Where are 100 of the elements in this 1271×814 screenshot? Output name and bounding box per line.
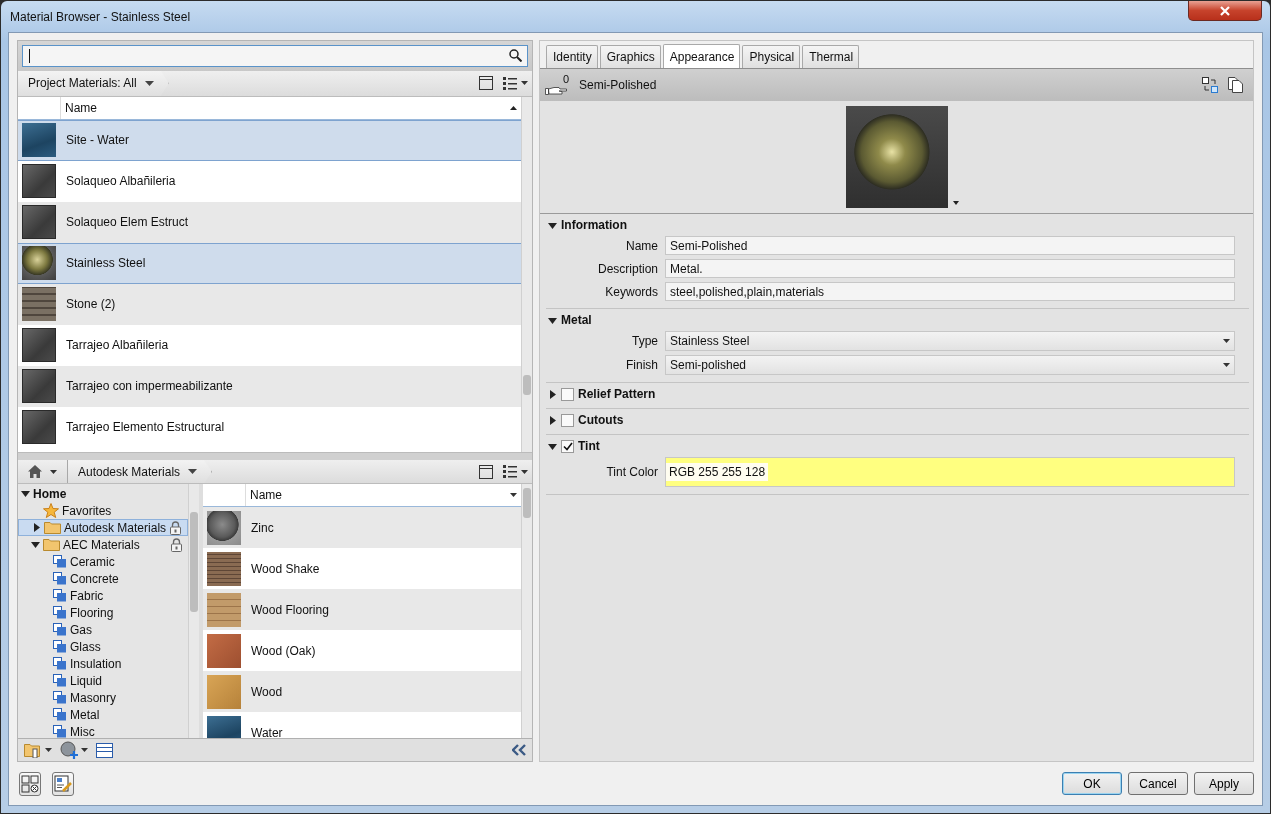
layout-icon[interactable] xyxy=(479,464,493,479)
layout-icon[interactable] xyxy=(479,76,493,91)
section-title: Metal xyxy=(561,313,592,327)
dropdown[interactable]: Stainless Steel xyxy=(665,331,1235,351)
tab[interactable]: Physical xyxy=(742,45,801,68)
hand-icon xyxy=(545,84,567,95)
star-icon xyxy=(43,503,59,519)
tab[interactable]: Appearance xyxy=(662,44,741,68)
stone-swatch xyxy=(22,287,56,322)
tree-item[interactable]: Gas xyxy=(18,621,188,639)
check-icon xyxy=(562,441,573,451)
material-row[interactable]: Solaqueo Elem Estruct xyxy=(18,201,521,243)
category-icon xyxy=(53,725,67,739)
caret-icon xyxy=(81,748,88,753)
tree-item[interactable]: Masonry xyxy=(18,689,188,707)
tree-item[interactable]: Metal xyxy=(18,706,188,724)
expanded-arrow-icon[interactable] xyxy=(30,540,40,550)
color-field[interactable]: RGB 255 255 128 xyxy=(665,457,1235,487)
collapse-icon[interactable] xyxy=(512,744,526,757)
new-material-button[interactable] xyxy=(60,741,88,760)
checkbox[interactable] xyxy=(561,413,574,427)
expanded-arrow-icon[interactable] xyxy=(548,220,557,230)
expanded-arrow-icon[interactable] xyxy=(548,315,557,325)
grid-icon xyxy=(21,774,39,793)
breadcrumb-dropdown[interactable]: Project Materials: All xyxy=(18,70,169,96)
text-field[interactable]: Metal. xyxy=(665,259,1235,278)
checkbox[interactable] xyxy=(561,387,574,401)
tree-item[interactable]: Glass xyxy=(18,638,188,656)
category-icon xyxy=(53,674,67,688)
field-label: Description xyxy=(596,261,658,276)
tab[interactable]: Graphics xyxy=(599,45,661,68)
dropdown[interactable]: Semi-polished xyxy=(665,355,1235,375)
tree-item[interactable]: Fabric xyxy=(18,587,188,605)
dialog-button[interactable]: OK xyxy=(1062,772,1122,795)
material-editor-button[interactable] xyxy=(19,771,41,796)
cube-thumbnail xyxy=(207,592,241,627)
dialog-button[interactable]: Cancel xyxy=(1128,772,1188,795)
tab[interactable]: Thermal xyxy=(802,45,860,68)
home-icon xyxy=(28,465,42,479)
caret-icon[interactable] xyxy=(953,201,959,205)
breadcrumb-dropdown[interactable]: Autodesk Materials xyxy=(68,460,213,484)
expanded-arrow-icon[interactable] xyxy=(548,441,557,451)
tree-item[interactable]: Autodesk Materials xyxy=(18,519,188,537)
copy-icon[interactable] xyxy=(1228,77,1243,93)
list-icon xyxy=(503,465,517,479)
collapsed-arrow-icon[interactable] xyxy=(548,415,557,425)
caret-icon xyxy=(1223,363,1230,367)
scrollbar[interactable] xyxy=(521,484,532,739)
column-header[interactable]: Name xyxy=(61,96,521,119)
dialog-button[interactable]: Apply xyxy=(1194,772,1254,795)
panel-icon[interactable] xyxy=(96,742,113,758)
field-label: Finish xyxy=(625,358,658,372)
scrollbar[interactable] xyxy=(188,484,199,739)
material-row[interactable]: Tarrajeo con impermeabilizante xyxy=(18,365,521,407)
cube-thumbnail xyxy=(22,164,56,199)
tree-item[interactable]: AEC Materials xyxy=(18,536,188,554)
list-view-button[interactable] xyxy=(503,76,528,90)
material-row[interactable]: Stainless Steel xyxy=(18,242,521,284)
tree-item[interactable]: Flooring xyxy=(18,604,188,622)
category-icon xyxy=(53,555,67,569)
list-view-button[interactable] xyxy=(503,465,528,479)
column-header[interactable]: Name xyxy=(246,484,521,507)
tree-item[interactable]: Concrete xyxy=(18,570,188,588)
section-title: Cutouts xyxy=(578,413,624,427)
expanded-arrow-icon[interactable] xyxy=(20,489,30,499)
tree-item[interactable]: Misc xyxy=(18,723,188,739)
library-menu-button[interactable] xyxy=(24,742,52,759)
search-field[interactable] xyxy=(22,44,528,67)
swap-icon[interactable] xyxy=(1202,77,1218,93)
tree-item[interactable]: Home xyxy=(18,485,188,503)
tree-item[interactable]: Insulation xyxy=(18,655,188,673)
scrollbar[interactable] xyxy=(521,96,532,453)
window-title: Material Browser - Stainless Steel xyxy=(10,10,191,24)
category-icon xyxy=(53,657,67,671)
tree-item[interactable]: Liquid xyxy=(18,672,188,690)
material-row[interactable]: Site - Water xyxy=(18,119,521,161)
text-field[interactable]: Semi-Polished xyxy=(665,236,1235,255)
material-row[interactable]: Wood xyxy=(203,671,521,713)
edit-button[interactable] xyxy=(52,771,74,796)
folder-icon xyxy=(44,521,61,535)
collapsed-arrow-icon[interactable] xyxy=(31,523,41,533)
cube-thumbnail xyxy=(22,328,56,363)
tab[interactable]: Identity xyxy=(546,45,598,68)
caret-icon xyxy=(50,469,57,474)
material-row[interactable]: Zinc xyxy=(203,507,521,549)
close-button[interactable] xyxy=(1188,1,1262,21)
text-field[interactable]: steel,polished,plain,materials xyxy=(665,282,1235,301)
material-row[interactable]: Stone (2) xyxy=(18,283,521,325)
field-label: Keywords xyxy=(604,284,658,299)
search-icon xyxy=(509,49,522,63)
category-icon xyxy=(53,708,67,722)
field-label: Tint Color xyxy=(605,465,658,479)
collapsed-arrow-icon[interactable] xyxy=(548,389,557,399)
checkbox[interactable] xyxy=(561,439,574,453)
material-row[interactable]: Wood Flooring xyxy=(203,589,521,631)
cube-thumbnail xyxy=(22,369,56,404)
cube-thumbnail xyxy=(207,633,241,668)
tree-item[interactable]: Ceramic xyxy=(18,553,188,571)
tree-item[interactable]: Favorites xyxy=(18,502,188,520)
section-title: Information xyxy=(561,218,627,232)
